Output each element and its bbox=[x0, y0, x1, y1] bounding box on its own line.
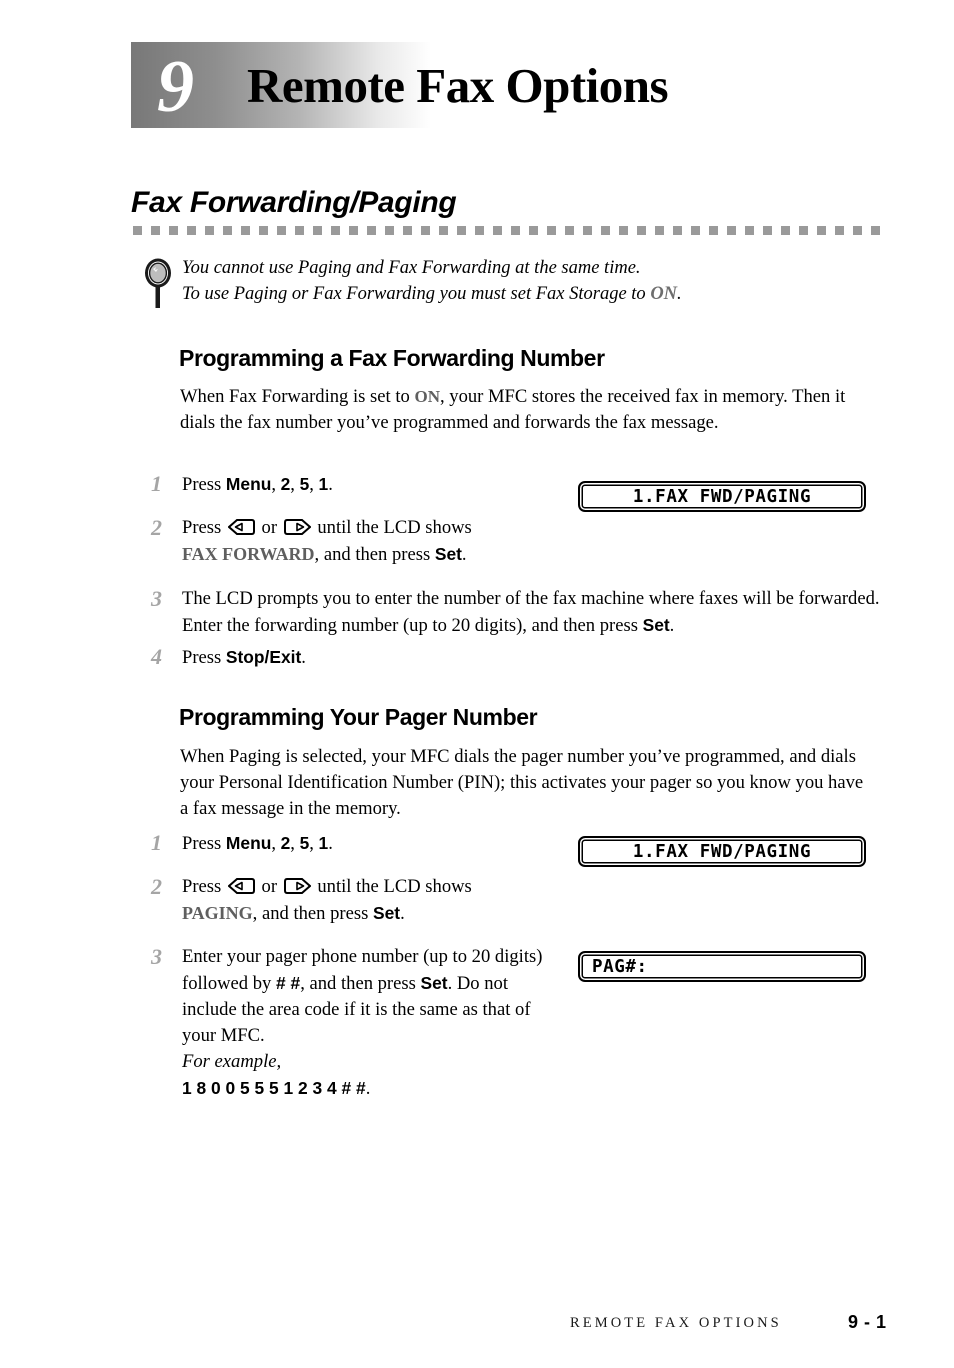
right-arrow-key-icon bbox=[283, 876, 312, 894]
key-5: 5 bbox=[299, 833, 310, 853]
lcd-display-fax-fwd-paging-2: 1.FAX FWD/PAGING bbox=[578, 836, 866, 867]
step-number: 1 bbox=[151, 830, 162, 855]
intro-emphasis-on: ON bbox=[414, 387, 440, 406]
step-number: 2 bbox=[151, 874, 162, 899]
example-pager-number: 1 8 0 0 5 5 5 1 2 3 4 # # bbox=[182, 1078, 366, 1098]
magnifier-icon bbox=[143, 258, 173, 310]
step-text: Press or until the LCD shows PAGING, and … bbox=[182, 876, 472, 924]
key-set: Set bbox=[373, 903, 401, 923]
step-text: Enter your pager phone number (up to 20 … bbox=[182, 946, 543, 1099]
key-2: 2 bbox=[280, 474, 291, 494]
key-menu: Menu bbox=[225, 833, 272, 853]
key-set: Set bbox=[642, 615, 670, 635]
step-number: 3 bbox=[151, 586, 162, 611]
key-2: 2 bbox=[280, 833, 291, 853]
subheading-fax-forwarding: Programming a Fax Forwarding Number bbox=[179, 345, 605, 371]
lcd-value-reference: FAX FORWARD bbox=[182, 544, 315, 564]
step-number: 3 bbox=[151, 944, 162, 969]
step-text: The LCD prompts you to enter the number … bbox=[182, 588, 880, 636]
step-text: Press Menu, 2, 5, 1. bbox=[182, 833, 333, 854]
left-arrow-key-icon bbox=[227, 876, 255, 894]
lcd-text: 1.FAX FWD/PAGING bbox=[632, 842, 812, 862]
section-divider bbox=[133, 226, 881, 235]
for-example-label: For example, bbox=[182, 1051, 282, 1072]
note-line-2: To use Paging or Fax Forwarding you must… bbox=[182, 284, 682, 304]
step-text: Press Menu, 2, 5, 1. bbox=[182, 474, 333, 495]
lcd-display-pager-number-prompt: PAG#: bbox=[578, 951, 866, 982]
step-text: Press Stop/Exit. bbox=[182, 647, 306, 668]
note-text: You cannot use Paging and Fax Forwarding… bbox=[182, 255, 682, 307]
footer-chapter-label: REMOTE FAX OPTIONS bbox=[570, 1315, 782, 1331]
step-number: 1 bbox=[151, 471, 162, 496]
chapter-number: 9 bbox=[157, 46, 194, 128]
document-page: 9 Remote Fax Options Fax Forwarding/Pagi… bbox=[0, 0, 954, 1368]
step-number: 2 bbox=[151, 515, 162, 540]
lcd-text: PAG#: bbox=[592, 957, 648, 977]
lcd-text: 1.FAX FWD/PAGING bbox=[632, 487, 812, 507]
right-arrow-key-icon bbox=[283, 517, 312, 535]
section-heading: Fax Forwarding/Paging bbox=[131, 186, 457, 219]
key-set: Set bbox=[420, 973, 448, 993]
chapter-header: 9 Remote Fax Options bbox=[131, 42, 891, 128]
key-5: 5 bbox=[299, 474, 310, 494]
step-text: Press or until the LCD shows FAX FORWARD,… bbox=[182, 517, 472, 565]
key-stop-exit: Stop/Exit bbox=[225, 647, 302, 667]
footer-page-number: 9 - 1 bbox=[848, 1312, 887, 1332]
key-1: 1 bbox=[318, 833, 329, 853]
paragraph-pager-intro: When Paging is selected, your MFC dials … bbox=[180, 746, 864, 819]
page-title: Remote Fax Options bbox=[247, 58, 669, 113]
lcd-display-fax-fwd-paging: 1.FAX FWD/PAGING bbox=[578, 481, 866, 512]
key-set: Set bbox=[434, 544, 462, 564]
paragraph-fax-forwarding-intro: When Fax Forwarding is set to ON, your M… bbox=[180, 386, 846, 433]
key-menu: Menu bbox=[225, 474, 272, 494]
note-emphasis: ON bbox=[650, 284, 678, 304]
key-1: 1 bbox=[318, 474, 329, 494]
note-line-1: You cannot use Paging and Fax Forwarding… bbox=[182, 258, 641, 278]
lcd-value-reference: PAGING bbox=[182, 903, 253, 923]
step-number: 4 bbox=[151, 644, 162, 669]
left-arrow-key-icon bbox=[227, 517, 255, 535]
key-hash-hash: # # bbox=[276, 973, 301, 993]
subheading-pager-number: Programming Your Pager Number bbox=[179, 704, 538, 730]
